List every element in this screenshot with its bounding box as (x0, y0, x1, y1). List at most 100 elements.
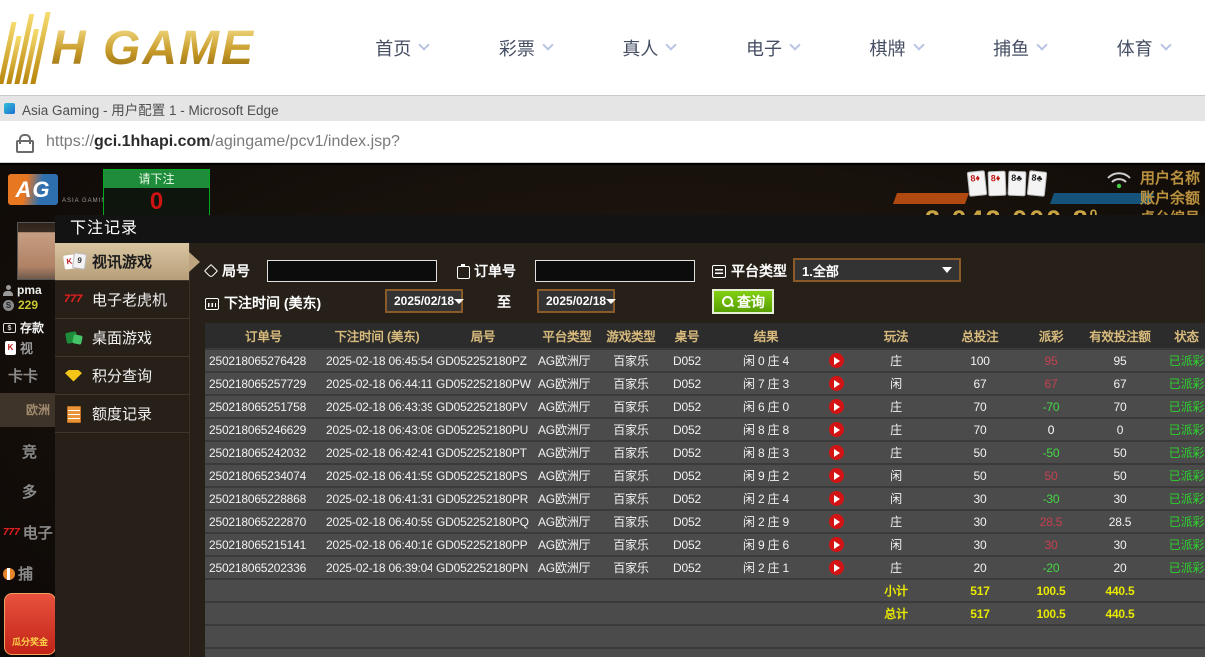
video-games-item[interactable]: K 视 (5, 338, 33, 357)
money-bag-icon: S (3, 300, 14, 311)
nav-item-电子[interactable]: 电子 (746, 35, 799, 61)
platform-type-label: 平台类型 (712, 261, 787, 281)
cell-table_no: D052 (662, 350, 712, 371)
play-video-icon[interactable] (829, 468, 844, 483)
round-number-input[interactable] (267, 260, 437, 282)
cell-play: 闲 (852, 534, 940, 555)
cell-play: 闲 (852, 465, 940, 486)
cell-order: 250218065251758 (205, 396, 322, 417)
cell-valid: 28.5 (1082, 511, 1158, 532)
cell-table_no (662, 603, 712, 624)
play-video-icon[interactable] (829, 376, 844, 391)
play-video-icon[interactable] (829, 445, 844, 460)
cell-time: 2025-02-18 06:41:31 (322, 488, 432, 509)
nav-item-体育[interactable]: 体育 (1117, 35, 1170, 61)
cell-result: 闲 8 庄 8 (712, 419, 820, 440)
cell-round: GD052252180PV (432, 396, 534, 417)
cell-payout: 100.5 (1020, 603, 1082, 624)
url-text[interactable]: https://gci.1hhapi.com/agingame/pcv1/ind… (46, 133, 400, 151)
bet-prompt: 请下注 (104, 170, 209, 188)
table-row: 2502180652466292025-02-18 06:43:08GD0522… (205, 419, 1205, 440)
play-video-icon[interactable] (829, 491, 844, 506)
cell-round: GD052252180PR (432, 488, 534, 509)
promo-banner[interactable]: 瓜分奖金 (4, 593, 56, 655)
column-header-payout: 派彩 (1020, 323, 1082, 348)
nav-item-捕鱼[interactable]: 捕鱼 (993, 35, 1046, 61)
cell-bet: 70 (940, 419, 1020, 440)
browser-url-bar[interactable]: https://gci.1hhapi.com/agingame/pcv1/ind… (0, 121, 1205, 163)
cell-status: 已派彩 (1158, 442, 1205, 463)
cell-platform: AG欧洲厅 (534, 350, 600, 371)
document-icon (64, 405, 86, 423)
logo-bars-icon (0, 12, 51, 84)
nav-label: 真人 (622, 35, 658, 61)
column-header-time: 下注时间 (美东) (322, 323, 432, 348)
cell-result: 闲 2 庄 1 (712, 557, 820, 578)
balance-row: S 229 (3, 298, 38, 312)
chevron-down-icon (542, 39, 553, 50)
order-number-label: 订单号 (457, 261, 516, 281)
sidebar-item-label: 额度记录 (92, 403, 152, 424)
playing-card: 8♣ (1008, 171, 1027, 197)
cell-time: 2025-02-18 06:43:39 (322, 396, 432, 417)
balance-label: 账户余额 (1140, 187, 1205, 208)
sidebar-item-桌面游戏[interactable]: 桌面游戏 (55, 319, 189, 357)
play-video-icon[interactable] (829, 514, 844, 529)
person-icon (3, 285, 13, 295)
play-video-icon[interactable] (829, 537, 844, 552)
table-row: 2502180652288682025-02-18 06:41:31GD0522… (205, 488, 1205, 509)
cell-table_no: D052 (662, 396, 712, 417)
clipboard-icon (457, 264, 469, 278)
column-header-game: 游戏类型 (600, 323, 662, 348)
date-to-picker[interactable]: 2025/02/18 (537, 289, 615, 313)
avatar (17, 222, 56, 280)
sidebar-item-额度记录[interactable]: 额度记录 (55, 395, 189, 433)
menu-item-bet[interactable]: 竞 (22, 441, 37, 462)
cell-bet: 50 (940, 465, 1020, 486)
cell-valid: 50 (1082, 442, 1158, 463)
play-video-icon[interactable] (829, 422, 844, 437)
sidebar-item-积分查询[interactable]: 积分查询 (55, 357, 189, 395)
menu-item-cards[interactable]: 卡卡 (8, 365, 38, 386)
play-video-icon[interactable] (829, 399, 844, 414)
column-header-play: 玩法 (852, 323, 940, 348)
deposit-button[interactable]: $ 存款 (3, 319, 44, 336)
nav-item-真人[interactable]: 真人 (622, 35, 675, 61)
nav-item-棋牌[interactable]: 棋牌 (870, 35, 923, 61)
column-header-status: 状态 (1158, 323, 1205, 348)
table-row: 2502180652228702025-02-18 06:40:59GD0522… (205, 511, 1205, 532)
cell-play: 闲 (852, 373, 940, 394)
search-button[interactable]: 查询 (712, 289, 774, 314)
menu-item-slots[interactable]: 777 电子 (3, 522, 53, 543)
cell-payout: 28.5 (1020, 511, 1082, 532)
cell-result: 闲 7 庄 3 (712, 373, 820, 394)
nav-item-彩票[interactable]: 彩票 (499, 35, 552, 61)
order-number-input[interactable] (535, 260, 695, 282)
column-header-bet: 总投注 (940, 323, 1020, 348)
empty-area (205, 649, 1205, 657)
date-from-picker[interactable]: 2025/02/18 (385, 289, 463, 313)
sidebar-item-电子老虎机[interactable]: 电子老虎机 (55, 281, 189, 319)
nav-item-首页[interactable]: 首页 (375, 35, 428, 61)
cell-table_no: D052 (662, 465, 712, 486)
menu-item-multi[interactable]: 多 (22, 481, 37, 502)
platform-select[interactable]: 1.全部 (793, 258, 961, 282)
cell-round: GD052252180PW (432, 373, 534, 394)
cell-play_btn (820, 557, 852, 578)
sidebar-item-视讯游戏[interactable]: 视讯游戏 (55, 243, 189, 281)
deposit-icon: $ (3, 323, 16, 333)
menu-item-europe[interactable]: 欧洲 (0, 393, 55, 427)
cell-payout: 95 (1020, 350, 1082, 371)
bet-timer-panel: 请下注 0 (103, 169, 210, 217)
ag-logo: AG (8, 174, 58, 205)
cell-valid: 70 (1082, 396, 1158, 417)
cell-status: 已派彩 (1158, 419, 1205, 440)
play-video-icon[interactable] (829, 560, 844, 575)
cell-game: 百家乐 (600, 373, 662, 394)
cell-round: GD052252180PP (432, 534, 534, 555)
menu-item-fishing[interactable]: 捕 (3, 563, 33, 584)
cell-platform (534, 603, 600, 624)
play-video-icon[interactable] (829, 353, 844, 368)
cell-time: 2025-02-18 06:45:54 (322, 350, 432, 371)
cell-table_no: D052 (662, 419, 712, 440)
